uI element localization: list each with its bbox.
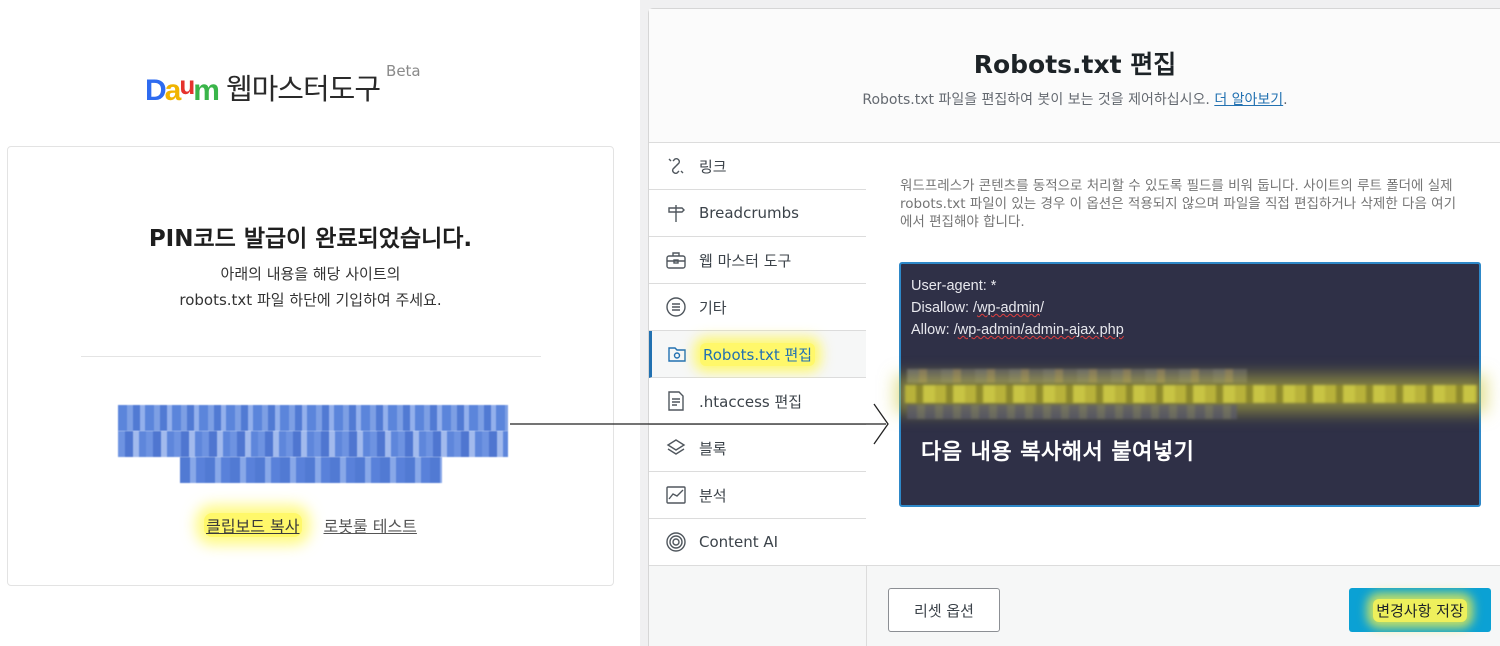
card-actions: 클립보드 복사 로봇룰 테스트: [8, 513, 613, 537]
document-icon: [668, 391, 684, 411]
sidebar-item-label: 기타: [699, 298, 727, 317]
save-changes-label: 변경사항 저장: [1373, 598, 1467, 622]
link-icon: [668, 158, 684, 174]
code-line: Disallow: /wp-admin/: [911, 300, 1044, 316]
brand-title: 웹마스터도구: [225, 72, 381, 106]
learn-more-link[interactable]: 더 알아보기: [1214, 92, 1283, 108]
sidebar-item-webmaster-tools[interactable]: 웹 마스터 도구: [649, 237, 866, 284]
card-description-line-2: robots.txt 파일 하단에 기입하여 주세요.: [179, 291, 442, 309]
page-subtitle: Robots.txt 파일을 편집하여 봇이 보는 것을 제어하십시오. 더 알…: [649, 89, 1500, 109]
sidebar-item-label: Robots.txt 편집: [700, 342, 816, 366]
pin-code-line: [180, 457, 442, 483]
sidebar-item-htaccess[interactable]: .htaccess 편집: [649, 378, 866, 425]
daum-webmaster-panel: Daum 웹마스터도구 Beta PIN코드 발급이 완료되었습니다. 아래의 …: [0, 0, 640, 646]
sidebar-item-breadcrumbs[interactable]: Breadcrumbs: [649, 190, 866, 237]
subtitle-period: .: [1283, 92, 1288, 108]
blurred-code-line-highlighted: [905, 385, 1477, 403]
blocks-icon: [666, 439, 686, 455]
sidebar-item-blocks[interactable]: 블록: [649, 425, 866, 472]
signpost-icon: [668, 205, 685, 222]
help-text: 워드프레스가 콘텐츠를 동적으로 처리할 수 있도록 필드를 비워 둡니다. 사…: [900, 178, 1457, 230]
pin-code-line: [118, 431, 508, 457]
page-title: Robots.txt 편집: [973, 50, 1177, 79]
sidebar-item-label: Content AI: [699, 533, 779, 551]
footer-sidebar-cell: [649, 566, 867, 646]
robots-editor-panel: Robots.txt 편집 Robots.txt 파일을 편집하여 봇이 보는 …: [648, 8, 1500, 646]
robots-file-icon: [668, 347, 686, 362]
robot-rule-test-link[interactable]: 로봇룰 테스트: [324, 513, 417, 537]
sidebar-item-label: 분석: [699, 486, 727, 505]
save-changes-button[interactable]: 변경사항 저장: [1349, 588, 1491, 632]
analytics-icon: [666, 486, 686, 504]
sidebar-item-label: 블록: [699, 439, 727, 458]
list-circle-icon: [666, 297, 686, 317]
editor-header: Robots.txt 편집 Robots.txt 파일을 편집하여 봇이 보는 …: [649, 9, 1500, 143]
copy-to-clipboard-link[interactable]: 클립보드 복사: [204, 513, 302, 537]
sidebar-item-robots-txt[interactable]: Robots.txt 편집: [649, 331, 866, 378]
daum-logo: Daum: [145, 70, 220, 107]
sidebar-item-links[interactable]: 링크: [649, 143, 866, 190]
blurred-code-line: [907, 369, 1247, 383]
sidebar-item-label: Breadcrumbs: [699, 204, 799, 222]
settings-sidebar: 링크 Breadcrumbs 웹 마스터 도구 기타 Robots.txt 편집: [649, 143, 866, 566]
sidebar-item-label: .htaccess 편집: [699, 392, 803, 411]
sidebar-item-others[interactable]: 기타: [649, 284, 866, 331]
card-description: 아래의 내용을 해당 사이트의 robots.txt 파일 하단에 기입하여 주…: [8, 261, 613, 313]
beta-badge: Beta: [386, 62, 421, 80]
pin-issued-card: PIN코드 발급이 완료되었습니다. 아래의 내용을 해당 사이트의 robot…: [7, 146, 614, 586]
subtitle-text: Robots.txt 파일을 편집하여 봇이 보는 것을 제어하십시오.: [862, 92, 1210, 108]
sidebar-item-analytics[interactable]: 분석: [649, 472, 866, 519]
sidebar-item-label: 링크: [699, 157, 727, 176]
sidebar-item-label: 웹 마스터 도구: [699, 251, 792, 270]
code-line: User-agent: *: [911, 278, 997, 294]
card-divider: [81, 356, 541, 357]
reset-options-button[interactable]: 리셋 옵션: [888, 588, 1000, 632]
robots-edit-content: 워드프레스가 콘텐츠를 동적으로 처리할 수 있도록 필드를 비워 둡니다. 사…: [867, 143, 1500, 565]
sidebar-item-content-ai[interactable]: Content AI: [649, 519, 866, 566]
pin-code-blurred: [118, 405, 508, 487]
blurred-code-line: [907, 405, 1237, 419]
editor-footer: 리셋 옵션 변경사항 저장: [649, 565, 1500, 646]
toolbox-icon: [666, 252, 686, 269]
card-title: PIN코드 발급이 완료되었습니다.: [148, 226, 473, 252]
card-description-line-1: 아래의 내용을 해당 사이트의: [220, 265, 401, 283]
brand-header: Daum 웹마스터도구 Beta: [145, 62, 421, 107]
pin-code-line: [118, 405, 508, 431]
paste-instruction-overlay: 다음 내용 복사해서 붙여넣기: [921, 440, 1195, 465]
code-line: Allow: /wp-admin/admin-ajax.php: [911, 322, 1124, 338]
robots-txt-textarea[interactable]: User-agent: * Disallow: /wp-admin/ Allow…: [899, 262, 1481, 507]
content-ai-icon: [666, 532, 686, 552]
